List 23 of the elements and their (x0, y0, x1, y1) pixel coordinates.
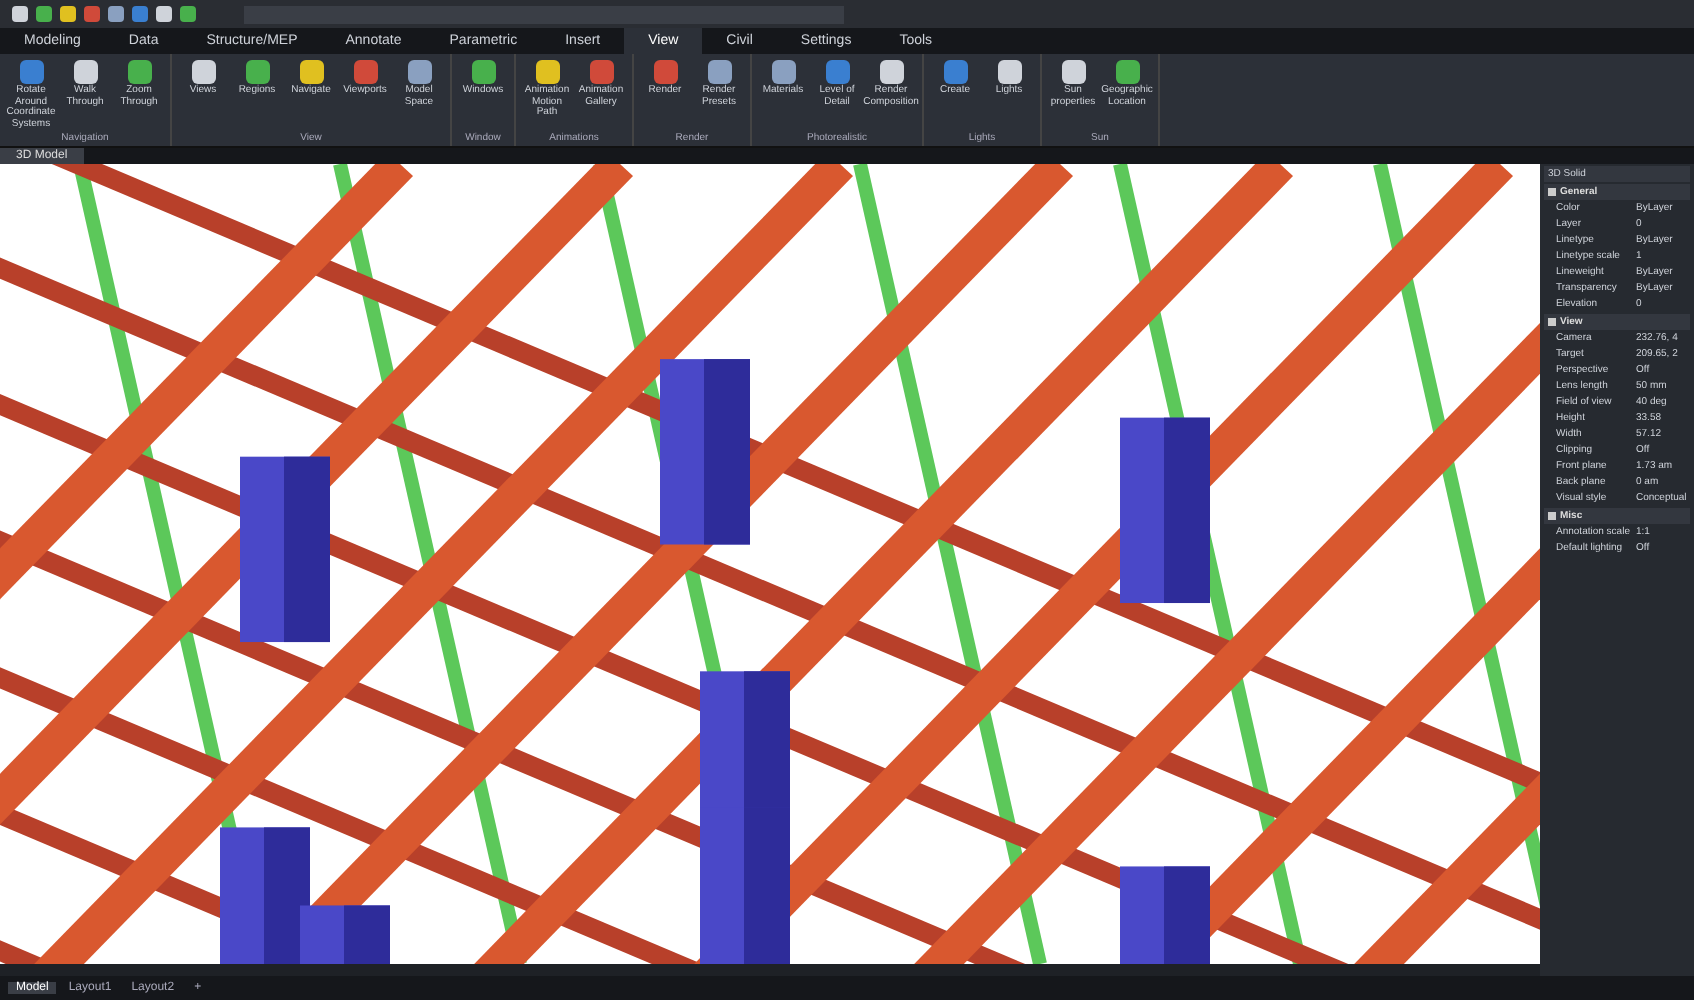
tool-icon (941, 58, 969, 86)
toggle-icon[interactable] (1548, 512, 1556, 520)
tool-icon (823, 58, 851, 86)
tool-icon (351, 58, 379, 86)
tool-icon (877, 58, 905, 86)
tool-icon (243, 58, 271, 86)
tool-icon (71, 58, 99, 86)
tool-icon (405, 58, 433, 86)
tool-icon (769, 58, 797, 86)
tool-icon (587, 58, 615, 86)
tool-icon (533, 58, 561, 86)
toggle-icon[interactable] (1548, 188, 1556, 196)
tool-icon (651, 58, 679, 86)
tool-icon (125, 58, 153, 86)
tool-icon (705, 58, 733, 86)
toggle-icon[interactable] (1548, 318, 1556, 326)
tool-icon (297, 58, 325, 86)
tool-icon (1059, 58, 1087, 86)
tool-icon (189, 58, 217, 86)
tool-icon (995, 58, 1023, 86)
tool-icon (1113, 58, 1141, 86)
tool-icon (17, 58, 45, 86)
tool-icon (469, 58, 497, 86)
